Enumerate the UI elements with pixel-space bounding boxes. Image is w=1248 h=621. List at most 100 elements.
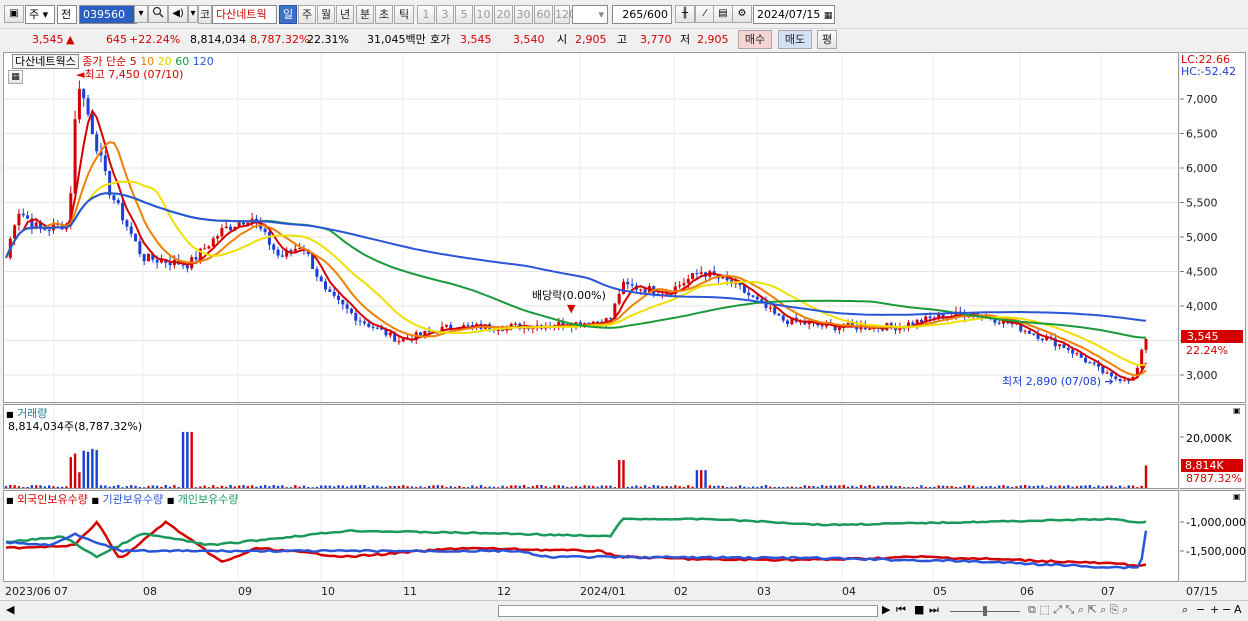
volume-bar: [756, 486, 759, 488]
volume-bar: [890, 485, 893, 488]
candle-body: [138, 241, 142, 254]
candle-body: [444, 324, 448, 327]
volume-bar: [177, 487, 180, 488]
stop-icon[interactable]: ■: [914, 603, 924, 616]
xaxis-label: 06: [1020, 585, 1034, 598]
xaxis-label: 10: [321, 585, 335, 598]
holding-close-icon[interactable]: ▣: [1233, 492, 1241, 501]
volume-bar: [1045, 487, 1048, 488]
holding-tick-2: -1,500,000: [1186, 545, 1246, 558]
volume-bar: [855, 486, 858, 488]
volume-bar: [743, 486, 746, 488]
candle-body: [1122, 380, 1126, 382]
chart-scrollbar[interactable]: ◀ ▶ ⏮ ■ ⏭ ⧉ ⬚ ⤢ ⤡ ⌕ ⇱ ⌕ ⎘ ⌕ ⌕ − + − A: [0, 600, 1248, 621]
zoom-slider-handle[interactable]: [983, 606, 987, 616]
volume-bar: [186, 431, 189, 488]
volume-bar: [972, 485, 975, 488]
scroll-thumb[interactable]: [498, 605, 878, 617]
volume-bar: [134, 485, 137, 488]
candle-body: [155, 259, 159, 263]
volume-bar: [1058, 485, 1061, 488]
volume-bar: [229, 484, 232, 488]
volume-bar: [1097, 485, 1100, 488]
volume-bar: [885, 485, 889, 488]
volume-bar: [877, 485, 880, 488]
volume-bar: [721, 485, 725, 488]
volume-bar: [475, 486, 478, 488]
candle-body: [121, 203, 125, 221]
candle-body: [496, 329, 500, 331]
volume-bar: [289, 487, 293, 488]
candle-body: [47, 229, 51, 231]
candle-body: [203, 248, 207, 250]
zoom-in-icon[interactable]: +: [1210, 603, 1219, 616]
volume-bar: [427, 485, 431, 488]
volume-bar: [255, 486, 258, 488]
volume-last-pct: 8787.32%: [1186, 472, 1242, 485]
volume-bar: [967, 485, 971, 488]
volume-bar: [557, 485, 560, 488]
candle-body: [1144, 339, 1148, 350]
chart-tools-icon[interactable]: ⧉ ⬚ ⤢ ⤡ ⌕ ⇱ ⌕ ⎘ ⌕: [1028, 603, 1128, 617]
font-size-icon[interactable]: A: [1234, 603, 1242, 616]
volume-bar: [440, 485, 444, 488]
volume-bar: [579, 486, 582, 488]
volume-bar: [790, 486, 794, 488]
volume-bar: [1023, 485, 1027, 488]
volume-bar: [769, 486, 772, 488]
candle-body: [1075, 353, 1079, 355]
volume-bar: [574, 486, 578, 488]
volume-bar: [56, 486, 60, 488]
volume-bar: [851, 485, 854, 488]
scroll-left-icon[interactable]: ◀: [6, 603, 14, 616]
candle-body: [781, 315, 785, 321]
volume-bar: [933, 486, 936, 488]
volume-bar: [1080, 485, 1083, 488]
chart-canvas: 7,000 6,500 6,000 5,500 5,000 4,500 4,000 3,000: [4, 53, 1218, 581]
candle-body: [755, 296, 759, 300]
zoom-out-icon[interactable]: −: [1196, 603, 1205, 616]
volume-bar: [47, 485, 51, 488]
volume-bar: [1032, 486, 1035, 488]
dividend-arrow: ▼: [567, 302, 576, 315]
xaxis-label: 07: [54, 585, 68, 598]
holding-tick-1: -1,000,000: [1186, 516, 1246, 529]
volume-bar: [665, 486, 668, 488]
volume-bar: [544, 486, 547, 488]
candle-body: [751, 295, 755, 297]
volume-bar: [315, 486, 319, 488]
volume-close-icon[interactable]: ▣: [1233, 406, 1241, 415]
xaxis-label: 05: [933, 585, 947, 598]
candle-body: [911, 322, 915, 325]
first-page-icon[interactable]: ⏮: [896, 603, 906, 617]
zoom-icon[interactable]: ⌕: [1182, 603, 1188, 617]
volume-bar: [82, 450, 85, 488]
volume-bar: [1088, 485, 1092, 488]
candle-body: [134, 233, 138, 242]
scroll-right-icon[interactable]: ▶: [882, 603, 890, 616]
calculator-icon[interactable]: ▦: [8, 70, 23, 84]
minus-icon[interactable]: −: [1222, 603, 1231, 616]
volume-bar: [125, 486, 129, 488]
candle-body: [747, 292, 751, 296]
play-icon[interactable]: ⏭: [929, 603, 939, 617]
stock-title[interactable]: 다산네트웍스: [12, 54, 79, 69]
volume-bar: [484, 486, 487, 488]
volume-bar: [151, 485, 155, 488]
xaxis-label: 07/15: [1186, 585, 1218, 598]
volume-bar: [445, 487, 448, 488]
volume-bar: [782, 486, 785, 488]
volume-last-tag: 8,814K: [1181, 459, 1243, 472]
volume-bar: [682, 486, 686, 488]
volume-bar: [1131, 485, 1135, 488]
candle-body: [272, 244, 276, 250]
volume-bar: [380, 486, 383, 488]
candle-body: [354, 312, 358, 321]
candle-body: [328, 289, 332, 292]
volume-bar: [795, 487, 798, 488]
volume-bar: [989, 485, 992, 488]
candle-body: [768, 307, 772, 309]
volume-bar: [648, 486, 651, 488]
volume-bar: [695, 470, 699, 488]
volume-bar: [838, 485, 841, 488]
